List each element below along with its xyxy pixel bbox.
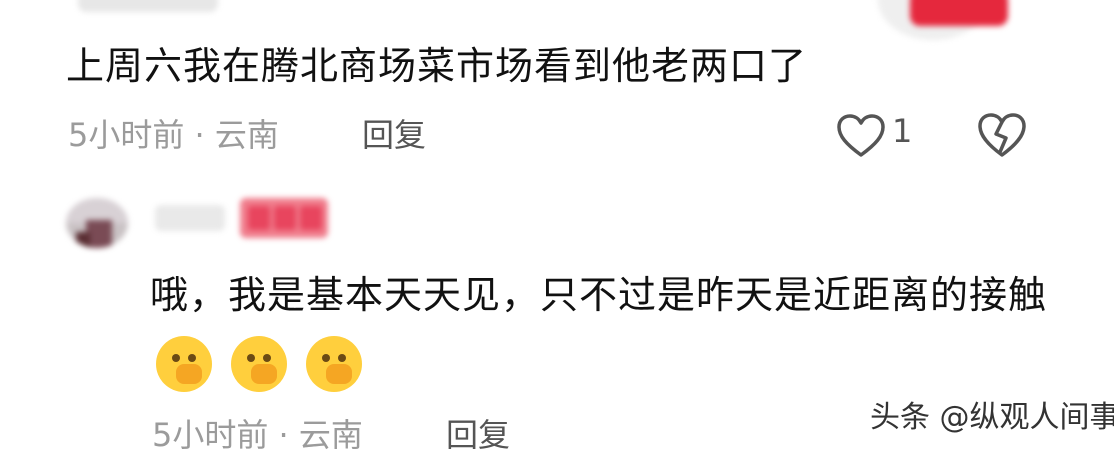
comment2-text: 哦，我是基本天天见，只不过是昨天是近距离的接触 (150, 273, 1048, 317)
face-with-hand-over-mouth-icon (156, 335, 212, 392)
comment1-like-count: 1 (892, 112, 913, 150)
comment2-body: 哦，我是基本天天见，只不过是昨天是近距离的接触 (150, 262, 1050, 394)
comment1-badge-redacted (910, 0, 1008, 26)
broken-heart-icon[interactable] (976, 112, 1028, 158)
heart-icon[interactable] (836, 114, 886, 158)
comment1-text: 上周六我在腾北商场菜市场看到他老两口了 (66, 44, 808, 88)
face-with-hand-over-mouth-icon (231, 335, 288, 392)
comment1-meta: 5小时前 · 云南 (68, 116, 279, 154)
watermark: 头条 @纵观人间事 (870, 400, 1114, 435)
face-with-hand-over-mouth-icon (306, 335, 363, 392)
comment1-reply-button[interactable]: 回复 (362, 110, 426, 156)
comment2-reply-button[interactable]: 回复 (446, 410, 510, 456)
comment2-username-redacted[interactable] (155, 205, 225, 231)
comment1-username-redacted[interactable] (78, 0, 218, 12)
comment2-avatar[interactable] (66, 198, 128, 248)
comment2-badge-redacted (240, 198, 328, 238)
comment2-meta: 5小时前 · 云南 (152, 416, 363, 454)
